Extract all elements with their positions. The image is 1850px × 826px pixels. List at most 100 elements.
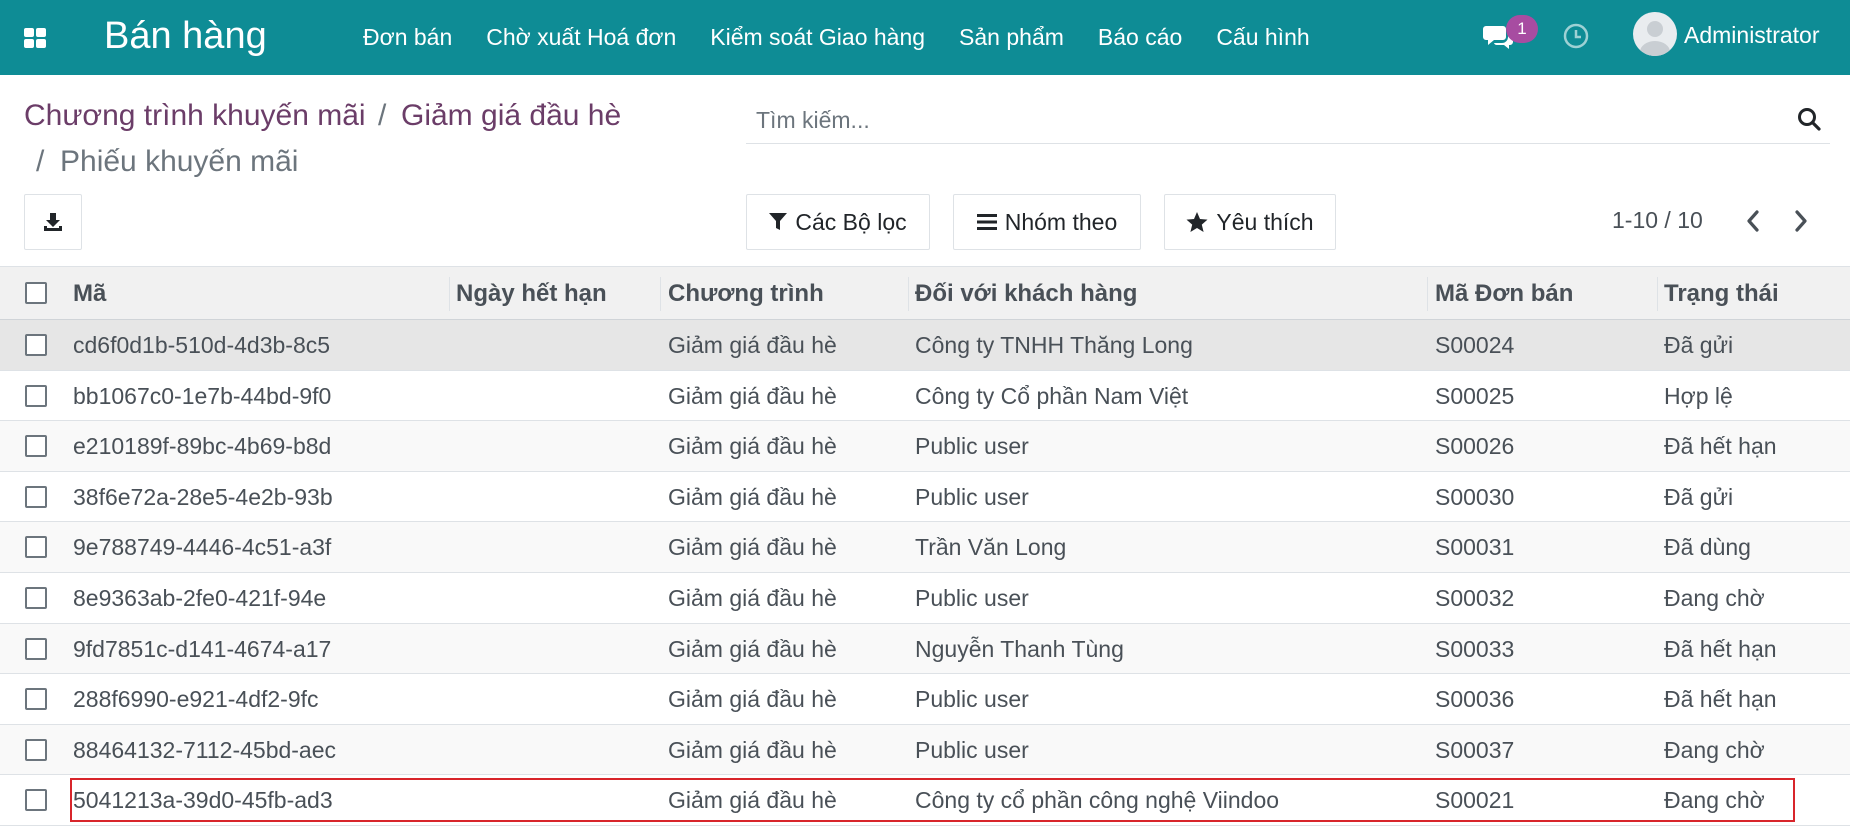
cell-customer: Public user [915, 686, 1029, 713]
column-divider[interactable] [660, 277, 661, 311]
cell-sale-order: S00032 [1435, 584, 1515, 611]
chevron-right-icon [1795, 210, 1807, 232]
table-row[interactable]: 288f6990-e921-4df2-9fc Giảm giá đầu hè Pub… [0, 674, 1850, 725]
cell-customer: Nguyễn Thanh Tùng [915, 635, 1124, 662]
breadcrumb-item-promotion-programs[interactable]: Chương trình khuyến mãi [24, 98, 366, 134]
cell-sale-order: S00021 [1435, 787, 1515, 814]
download-button[interactable] [24, 194, 82, 250]
star-icon [1186, 212, 1208, 232]
table-row[interactable]: 38f6e72a-28e5-4e2b-93b Giảm giá đầu hè Pub… [0, 472, 1850, 523]
column-header-sale-order[interactable]: Mã Đơn bán [1435, 267, 1655, 320]
apps-grid-icon[interactable] [24, 28, 46, 48]
filter-icon [769, 213, 788, 230]
user-name[interactable]: Administrator [1684, 22, 1819, 49]
cell-code: 9fd7851c-d141-4674-a17 [73, 635, 332, 662]
cell-program: Giảm giá đầu hè [668, 635, 837, 662]
table-row[interactable]: 9fd7851c-d141-4674-a17 Giảm giá đầu hè Ngu… [0, 623, 1850, 675]
filters-label: Các Bộ lọc [795, 208, 907, 235]
pager-next-button[interactable] [1786, 206, 1816, 236]
table-header: Mã Ngày hết hạn Chương trình Đối với khá… [0, 266, 1850, 320]
cell-code: e210189f-89bc-4b69-b8d [73, 433, 332, 460]
cell-customer: Public user [915, 433, 1029, 460]
cell-status: Đã hết hạn [1664, 433, 1777, 460]
menu-item-orders[interactable]: Đơn bán [346, 0, 469, 75]
menu-item-reporting[interactable]: Báo cáo [1081, 0, 1199, 75]
messages-count-badge: 1 [1506, 15, 1538, 43]
cell-status: Đã dùng [1664, 534, 1751, 561]
column-divider[interactable] [449, 277, 450, 311]
menu-item-to-invoice[interactable]: Chờ xuất Hoá đơn [469, 0, 693, 75]
cell-sale-order: S00030 [1435, 483, 1515, 510]
cell-code: 38f6e72a-28e5-4e2b-93b [73, 483, 333, 510]
pager-previous-button[interactable] [1738, 206, 1768, 236]
favorites-button[interactable]: Yêu thích [1164, 194, 1336, 250]
column-header-status[interactable]: Trạng thái [1664, 267, 1850, 320]
row-checkbox[interactable] [25, 435, 47, 458]
cell-sale-order: S00036 [1435, 686, 1515, 713]
page-title: Phiếu khuyến mãi [60, 145, 299, 178]
menu-item-products[interactable]: Sản phẩm [942, 0, 1081, 75]
search-input[interactable] [746, 98, 1786, 142]
app-title[interactable]: Bán hàng [104, 14, 267, 58]
cell-sale-order: S00031 [1435, 534, 1515, 561]
column-divider[interactable] [1657, 277, 1658, 311]
menu-item-delivery-control[interactable]: Kiểm soát Giao hàng [693, 0, 942, 75]
row-checkbox[interactable] [25, 384, 47, 407]
avatar[interactable] [1633, 12, 1677, 56]
chevron-left-icon [1747, 210, 1759, 232]
cell-program: Giảm giá đầu hè [668, 686, 837, 713]
table-row[interactable]: 9e788749-4446-4c51-a3f Giảm giá đầu hè Trầ… [0, 522, 1850, 573]
cell-code: 9e788749-4446-4c51-a3f [73, 534, 332, 561]
table-row[interactable]: cd6f0d1b-510d-4d3b-8c5 Giảm giá đầu hè Côn… [0, 320, 1850, 371]
breadcrumb-separator: / [378, 99, 387, 132]
cell-program: Giảm giá đầu hè [668, 736, 837, 763]
column-header-code[interactable]: Mã [73, 267, 443, 320]
row-checkbox[interactable] [25, 789, 47, 812]
cell-sale-order: S00026 [1435, 433, 1515, 460]
select-all-cell [0, 267, 70, 320]
clock-icon[interactable] [1563, 23, 1589, 49]
row-checkbox[interactable] [25, 334, 47, 356]
download-icon [44, 213, 62, 231]
table-row[interactable]: 8e9363ab-2fe0-421f-94e Giảm giá đầu hè Pub… [0, 573, 1850, 624]
breadcrumb-item-summer-discount[interactable]: Giảm giá đầu hè [401, 98, 621, 134]
pager-value[interactable]: 1-10 / 10 [1612, 207, 1703, 234]
row-checkbox[interactable] [25, 586, 47, 609]
cell-customer: Public user [915, 483, 1029, 510]
column-header-customer[interactable]: Đối với khách hàng [915, 267, 1425, 320]
table-row[interactable]: bb1067c0-1e7b-44bd-9f0 Giảm giá đầu hè Côn… [0, 371, 1850, 422]
cell-expiry [456, 573, 656, 623]
column-divider[interactable] [908, 277, 909, 311]
column-header-expiry[interactable]: Ngày hết hạn [456, 267, 656, 320]
cell-code: 288f6990-e921-4df2-9fc [73, 686, 319, 713]
table-row[interactable]: e210189f-89bc-4b69-b8d Giảm giá đầu hè Pub… [0, 421, 1850, 472]
search-bar [746, 98, 1830, 144]
cell-status: Đang chờ [1664, 736, 1765, 763]
cell-expiry [456, 674, 656, 724]
menu-item-configuration[interactable]: Cấu hình [1199, 0, 1326, 75]
bars-icon [976, 214, 997, 230]
row-checkbox[interactable] [25, 485, 47, 508]
row-checkbox[interactable] [25, 536, 47, 559]
row-checkbox[interactable] [25, 637, 47, 660]
select-all-checkbox[interactable] [25, 282, 47, 304]
row-checkbox[interactable] [25, 688, 47, 711]
cell-customer: Public user [915, 736, 1029, 763]
column-header-program[interactable]: Chương trình [668, 267, 908, 320]
search-icon[interactable] [1796, 106, 1822, 132]
cell-code: 8e9363ab-2fe0-421f-94e [73, 584, 327, 611]
column-divider[interactable] [1427, 277, 1428, 311]
cell-status: Hợp lệ [1664, 382, 1733, 409]
group-by-button[interactable]: Nhóm theo [953, 194, 1141, 250]
cell-expiry [456, 522, 656, 572]
filters-button[interactable]: Các Bộ lọc [746, 194, 930, 250]
table-row[interactable]: 5041213a-39d0-45fb-ad3 Giảm giá đầu hè Côn… [0, 775, 1850, 826]
table-row[interactable]: 88464132-7112-45bd-aec Giảm giá đầu hè Pub… [0, 724, 1850, 776]
cell-code: 5041213a-39d0-45fb-ad3 [73, 787, 333, 814]
cell-sale-order: S00025 [1435, 382, 1515, 409]
cell-expiry [456, 421, 656, 471]
top-navbar: Bán hàng Đơn bán Chờ xuất Hoá đơn Kiểm s… [0, 0, 1850, 75]
row-checkbox[interactable] [25, 738, 47, 761]
cell-program: Giảm giá đầu hè [668, 433, 837, 460]
cell-status: Đang chờ [1664, 584, 1765, 611]
